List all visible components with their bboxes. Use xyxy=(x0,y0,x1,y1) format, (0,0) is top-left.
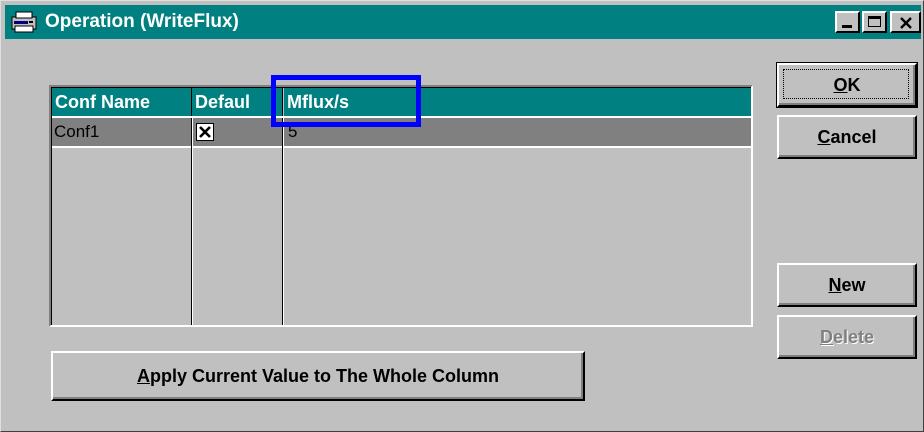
cancel-button[interactable]: Cancel xyxy=(777,115,917,159)
column-divider xyxy=(283,116,284,325)
cancel-label: Cancel xyxy=(817,126,877,147)
annotation-highlight-box xyxy=(271,75,421,127)
apply-label: Apply Current Value to The Whole Column xyxy=(136,365,499,386)
column-divider xyxy=(192,116,193,325)
default-checkbox[interactable] xyxy=(196,123,214,141)
minimize-icon xyxy=(842,25,852,28)
delete-button[interactable]: Delete xyxy=(777,315,917,359)
title-bar[interactable]: Operation (WriteFlux) xyxy=(5,5,921,39)
maximize-icon xyxy=(868,16,881,27)
checkmark-x-icon xyxy=(199,126,211,138)
column-header-default[interactable]: Defaul xyxy=(192,88,282,116)
minimize-button[interactable] xyxy=(835,11,860,33)
apply-to-column-button[interactable]: Apply Current Value to The Whole Column xyxy=(51,351,585,401)
focus-rect xyxy=(783,69,909,99)
new-label: New xyxy=(828,274,866,295)
column-header-conf-name[interactable]: Conf Name xyxy=(52,88,191,116)
maximize-button[interactable] xyxy=(862,11,887,33)
window-title: Operation (WriteFlux) xyxy=(45,11,239,32)
delete-label: Delete xyxy=(819,326,875,347)
cell-conf-name[interactable]: Conf1 xyxy=(54,118,99,146)
close-icon xyxy=(900,17,912,29)
ok-button[interactable]: OK xyxy=(776,62,918,108)
printer-window-icon xyxy=(11,11,37,33)
new-button[interactable]: New xyxy=(777,263,917,307)
operation-dialog: Operation (WriteFlux) Conf Name Defaul M… xyxy=(0,0,924,432)
close-button[interactable] xyxy=(890,11,921,33)
